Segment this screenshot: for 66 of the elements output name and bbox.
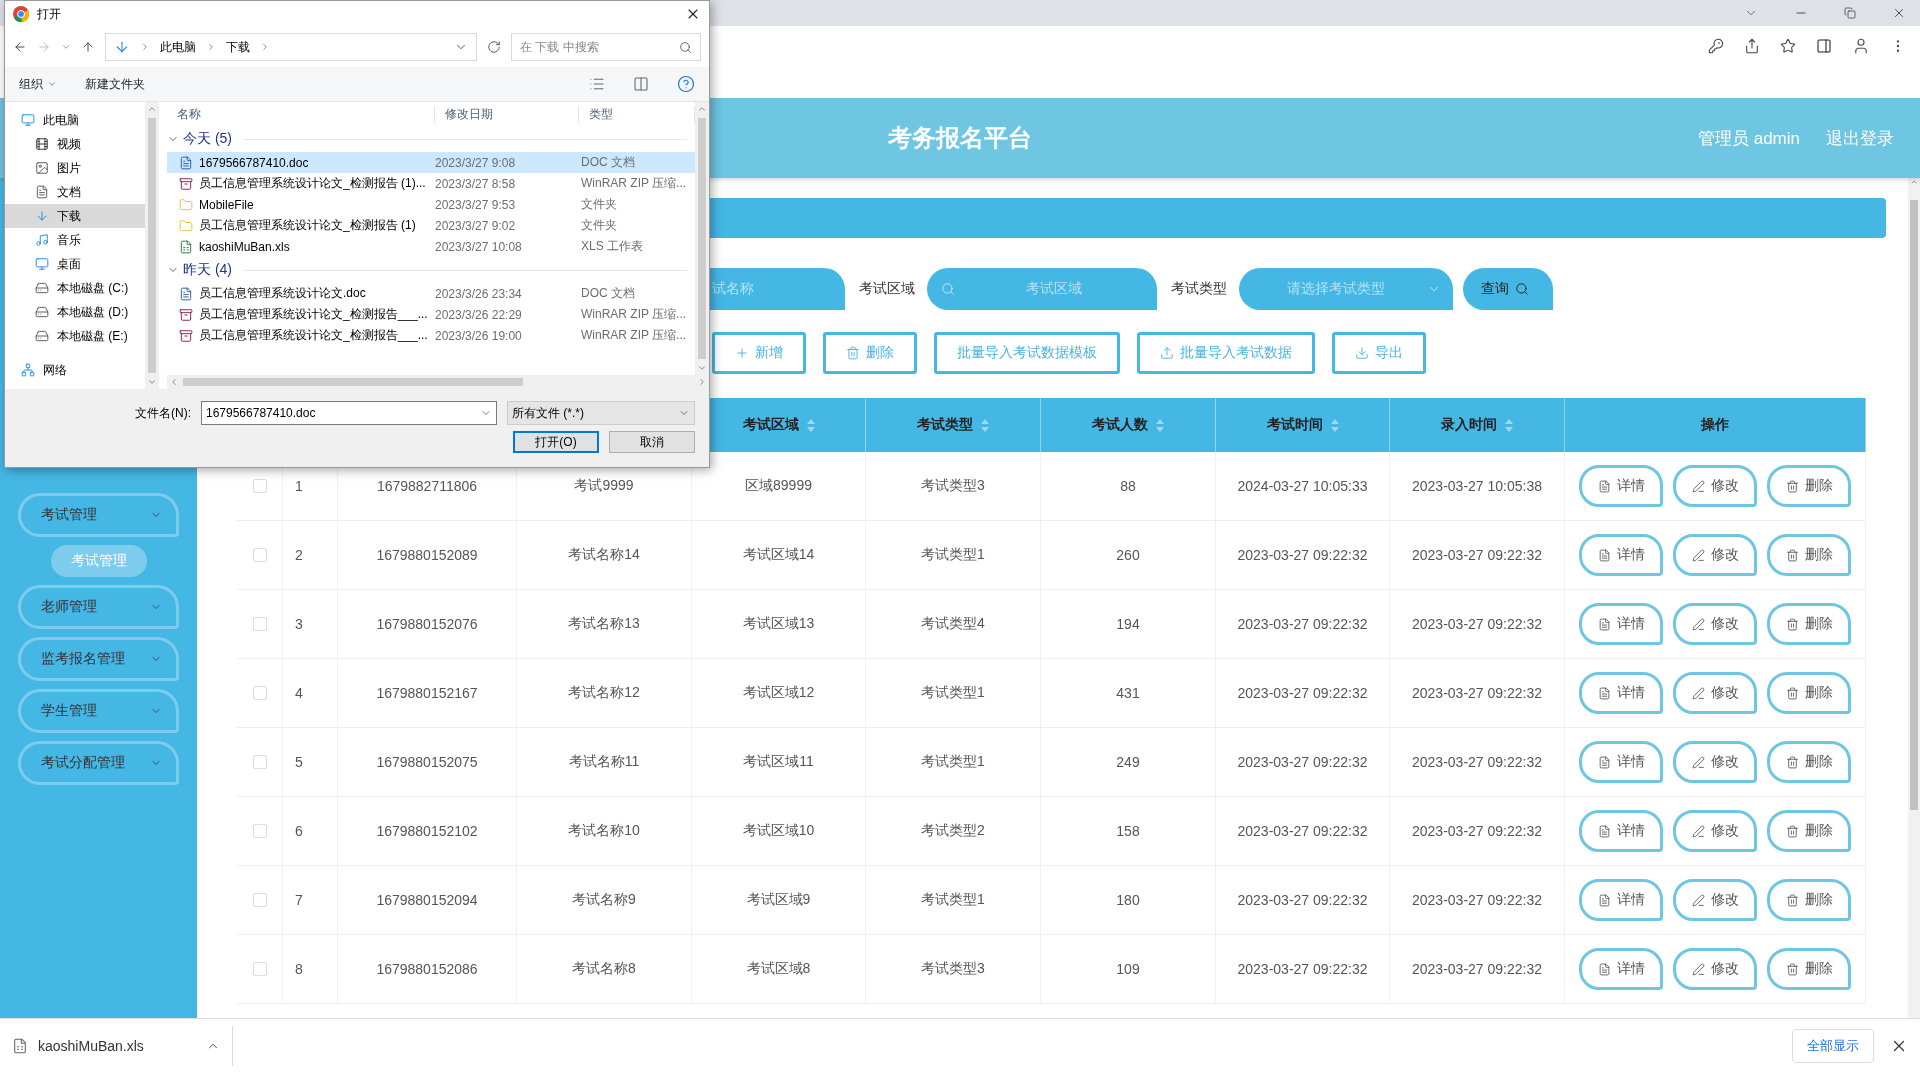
table-cell: 1679880152076 (338, 590, 517, 659)
table-cell: 2023-03-27 09:22:32 (1216, 866, 1390, 935)
table-cell: 109 (1041, 935, 1216, 1004)
table-cell: 2023-03-27 09:22:32 (1390, 728, 1565, 797)
table-cell: 考试区域9 (692, 866, 866, 935)
table-cell: 考试类型4 (866, 590, 1041, 659)
table-cell: 5 (283, 728, 338, 797)
table-cell: 3 (283, 590, 338, 659)
table-cell: 考试名称14 (517, 521, 692, 590)
table-cell: 考试名称8 (517, 935, 692, 1004)
table-cell: 2023-03-27 09:22:32 (1216, 590, 1390, 659)
table-cell: 2024-03-27 10:05:33 (1216, 452, 1390, 521)
filter-label: 考试区域 (859, 280, 915, 298)
table-cell: 1679880152089 (338, 521, 517, 590)
table-cell: 6 (283, 797, 338, 866)
table-cell: 考试区域13 (692, 590, 866, 659)
table-cell: 1679880152102 (338, 797, 517, 866)
table-cell: 1679880152167 (338, 659, 517, 728)
table-cell: 考试类型1 (866, 728, 1041, 797)
table-cell: 考试名称13 (517, 590, 692, 659)
table-cell: 260 (1041, 521, 1216, 590)
table-cell: 考试类型3 (866, 935, 1041, 1004)
table-cell: 考试类型1 (866, 659, 1041, 728)
table-cell: 考试区域12 (692, 659, 866, 728)
table-cell: 考试区域8 (692, 935, 866, 1004)
table-cell: 考试类型1 (866, 521, 1041, 590)
table-cell: 2023-03-27 09:22:32 (1216, 935, 1390, 1004)
table-cell: 考试名称10 (517, 797, 692, 866)
table-cell: 考试类型1 (866, 866, 1041, 935)
table-cell: 4 (283, 659, 338, 728)
table-cell: 考试类型3 (866, 452, 1041, 521)
table-cell: 2 (283, 521, 338, 590)
table-cell: 249 (1041, 728, 1216, 797)
table-cell: 2023-03-27 09:22:32 (1390, 797, 1565, 866)
table-cell: 2023-03-27 09:22:32 (1390, 935, 1565, 1004)
table-cell: 8 (283, 935, 338, 1004)
filter-label: 考试类型 (1171, 280, 1227, 298)
table-cell: 2023-03-27 09:22:32 (1216, 728, 1390, 797)
table-cell: 7 (283, 866, 338, 935)
table-cell: 2023-03-27 09:22:32 (1390, 866, 1565, 935)
table-cell: 1679880152075 (338, 728, 517, 797)
table-cell: 158 (1041, 797, 1216, 866)
table-cell: 194 (1041, 590, 1216, 659)
table-cell: 1679880152086 (338, 935, 517, 1004)
table-cell: 2023-03-27 09:22:32 (1390, 521, 1565, 590)
table-cell: 2023-03-27 09:22:32 (1390, 659, 1565, 728)
site-title: 考务报名平台 (888, 123, 1032, 153)
table-cell: 180 (1041, 866, 1216, 935)
table-cell: 88 (1041, 452, 1216, 521)
table-cell: 考试名称12 (517, 659, 692, 728)
dialog-title: 打开 (37, 5, 62, 23)
table-cell: 考试类型2 (866, 797, 1041, 866)
table-cell: 2023-03-27 10:05:38 (1390, 452, 1565, 521)
table-cell: 2023-03-27 09:22:32 (1216, 659, 1390, 728)
table-cell: 2023-03-27 09:22:32 (1216, 521, 1390, 590)
table-cell: 2023-03-27 09:22:32 (1390, 590, 1565, 659)
table-cell: 431 (1041, 659, 1216, 728)
table-cell: 2023-03-27 09:22:32 (1216, 797, 1390, 866)
table-cell: 考试区域14 (692, 521, 866, 590)
table-cell: 1679880152094 (338, 866, 517, 935)
table-cell: 考试名称9 (517, 866, 692, 935)
table-cell: 考试区域11 (692, 728, 866, 797)
filename-label: 文件名(N): (135, 404, 191, 422)
table-cell: 考试名称11 (517, 728, 692, 797)
column-header: 操作 (1565, 398, 1866, 452)
table-cell: 考试区域10 (692, 797, 866, 866)
